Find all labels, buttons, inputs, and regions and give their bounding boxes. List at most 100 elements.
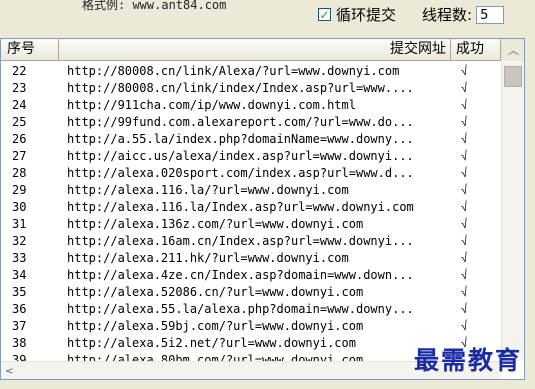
row-success: √ (455, 62, 501, 79)
table-row[interactable]: 36 http://alexa.55.la/alexa.php?domain=ww… (1, 300, 501, 317)
row-seq: 36 (12, 301, 27, 316)
row-success: √ (455, 215, 501, 232)
chevron-up-icon: ︿ (508, 44, 519, 57)
chevron-left-icon: < (5, 365, 14, 377)
check-icon: √ (459, 113, 470, 130)
row-url: http://99fund.com.alexareport.com/?url=w… (67, 114, 414, 129)
column-header-url[interactable]: 提交网址 (59, 39, 451, 60)
row-url: http://alexa.211.hk/?url=www.downyi.com (67, 250, 349, 265)
row-seq: 33 (12, 250, 27, 265)
row-url: http://alexa.4ze.cn/Index.asp?domain=www… (67, 267, 414, 282)
table-row[interactable]: 22 http://80008.cn/link/Alexa/?url=www.do… (1, 62, 501, 79)
row-seq: 24 (12, 97, 27, 112)
table-row[interactable]: 24 http://911cha.com/ip/www.downyi.com.ht… (1, 96, 501, 113)
row-url: http://alexa.52086.cn/?url=www.downyi.co… (67, 284, 364, 299)
row-url: http://80008.cn/link/Alexa/?url=www.down… (67, 63, 400, 78)
row-url: http://alexa.5i2.net/?url=www.downyi.com (67, 335, 356, 350)
check-icon: √ (459, 232, 470, 249)
row-success: √ (455, 300, 501, 317)
check-icon: √ (459, 300, 470, 317)
row-success: √ (455, 79, 501, 96)
vertical-scrollbar[interactable]: ︿ (501, 39, 524, 361)
row-url: http://911cha.com/ip/www.downyi.com.html (67, 97, 356, 112)
row-success: √ (455, 283, 501, 300)
submit-list[interactable]: 序号 提交网址 成功 22 http://80008.cn/link/Alexa/… (0, 38, 525, 380)
table-row[interactable]: 26 http://a.55.la/index.php?domainName=ww… (1, 130, 501, 147)
row-success: √ (455, 232, 501, 249)
table-row[interactable]: 35 http://alexa.52086.cn/?url=www.downyi.… (1, 283, 501, 300)
scroll-left-button[interactable]: < (1, 362, 18, 379)
row-seq: 25 (12, 114, 27, 129)
check-icon: √ (459, 317, 470, 334)
row-success: √ (455, 164, 501, 181)
row-success: √ (455, 266, 501, 283)
list-rows: 22 http://80008.cn/link/Alexa/?url=www.do… (1, 62, 501, 368)
table-row[interactable]: 30 http://alexa.116.la/Index.asp?url=www.… (1, 198, 501, 215)
table-row[interactable]: 34 http://alexa.4ze.cn/Index.asp?domain=w… (1, 266, 501, 283)
row-seq: 23 (12, 80, 27, 95)
table-row[interactable]: 33 http://alexa.211.hk/?url=www.downyi.co… (1, 249, 501, 266)
row-success: √ (455, 96, 501, 113)
threads-input[interactable]: 5 (476, 5, 505, 24)
row-url: http://aicc.us/alexa/index.asp?url=www.d… (67, 148, 414, 163)
row-success: √ (455, 130, 501, 147)
row-seq: 29 (12, 182, 27, 197)
check-icon: √ (459, 215, 470, 232)
check-icon: √ (459, 62, 470, 79)
row-seq: 37 (12, 318, 27, 333)
column-header-success[interactable]: 成功 (451, 39, 501, 60)
row-url: http://alexa.55.la/alexa.php?domain=www.… (67, 301, 414, 316)
row-success: √ (455, 147, 501, 164)
row-url: http://80008.cn/link/index/Index.asp?url… (67, 80, 414, 95)
table-row[interactable]: 37 http://alexa.59bj.com/?url=www.downyi.… (1, 317, 501, 334)
row-seq: 35 (12, 284, 27, 299)
row-success: √ (455, 113, 501, 130)
row-success: √ (455, 250, 501, 265)
table-row[interactable]: 28 http://alexa.020sport.com/index.asp?ur… (1, 164, 501, 181)
row-success: √ (455, 198, 501, 215)
vertical-scroll-thumb[interactable] (504, 66, 522, 87)
row-seq: 28 (12, 165, 27, 180)
table-row[interactable]: 27 http://aicc.us/alexa/index.asp?url=www… (1, 147, 501, 164)
watermark-logo: 最需教育 (414, 346, 523, 375)
row-url: http://alexa.020sport.com/index.asp?url=… (67, 165, 414, 180)
row-success: √ (455, 181, 501, 198)
check-icon: √ (459, 283, 470, 300)
check-icon: √ (459, 147, 470, 164)
row-url: http://alexa.116.la/Index.asp?url=www.do… (67, 199, 414, 214)
row-seq: 26 (12, 131, 27, 146)
row-seq: 27 (12, 148, 27, 163)
row-success: √ (455, 317, 501, 334)
scroll-up-button[interactable]: ︿ (502, 39, 524, 61)
check-icon: √ (459, 96, 470, 113)
threads-option: 线程数: 5 (422, 4, 505, 25)
options-bar: 格式例: www.ant84.com ✓ 循环提交 线程数: 5 (0, 0, 535, 36)
table-row[interactable]: 25 http://99fund.com.alexareport.com/?url… (1, 113, 501, 130)
check-icon: √ (459, 266, 470, 283)
loop-submit-option[interactable]: ✓ 循环提交 (318, 4, 396, 25)
threads-label: 线程数: (422, 6, 473, 24)
check-icon: √ (459, 130, 470, 147)
check-icon: √ (459, 181, 470, 198)
row-url: http://alexa.16am.cn/Index.asp?url=www.d… (67, 233, 414, 248)
row-url: http://a.55.la/index.php?domainName=www.… (67, 131, 414, 146)
row-seq: 38 (12, 335, 27, 350)
format-example: 格式例: www.ant84.com (82, 0, 227, 12)
row-seq: 30 (12, 199, 27, 214)
loop-submit-label: 循环提交 (336, 6, 397, 24)
row-url: http://alexa.116.la/?url=www.downyi.com (67, 182, 349, 197)
table-row[interactable]: 31 http://alexa.136z.com/?url=www.downyi.… (1, 215, 501, 232)
check-icon: √ (459, 79, 470, 96)
table-row[interactable]: 29 http://alexa.116.la/?url=www.downyi.co… (1, 181, 501, 198)
table-row[interactable]: 23 http://80008.cn/link/index/Index.asp?u… (1, 79, 501, 96)
check-icon: √ (459, 198, 470, 215)
row-seq: 34 (12, 267, 27, 282)
loop-submit-checkbox[interactable]: ✓ (318, 8, 331, 21)
row-url: http://alexa.59bj.com/?url=www.downyi.co… (67, 318, 364, 333)
check-icon: √ (459, 164, 470, 181)
column-header-seq[interactable]: 序号 (1, 39, 59, 60)
row-seq: 31 (12, 216, 27, 231)
list-header: 序号 提交网址 成功 (1, 39, 501, 61)
row-seq: 22 (12, 63, 27, 78)
table-row[interactable]: 32 http://alexa.16am.cn/Index.asp?url=www… (1, 232, 501, 249)
